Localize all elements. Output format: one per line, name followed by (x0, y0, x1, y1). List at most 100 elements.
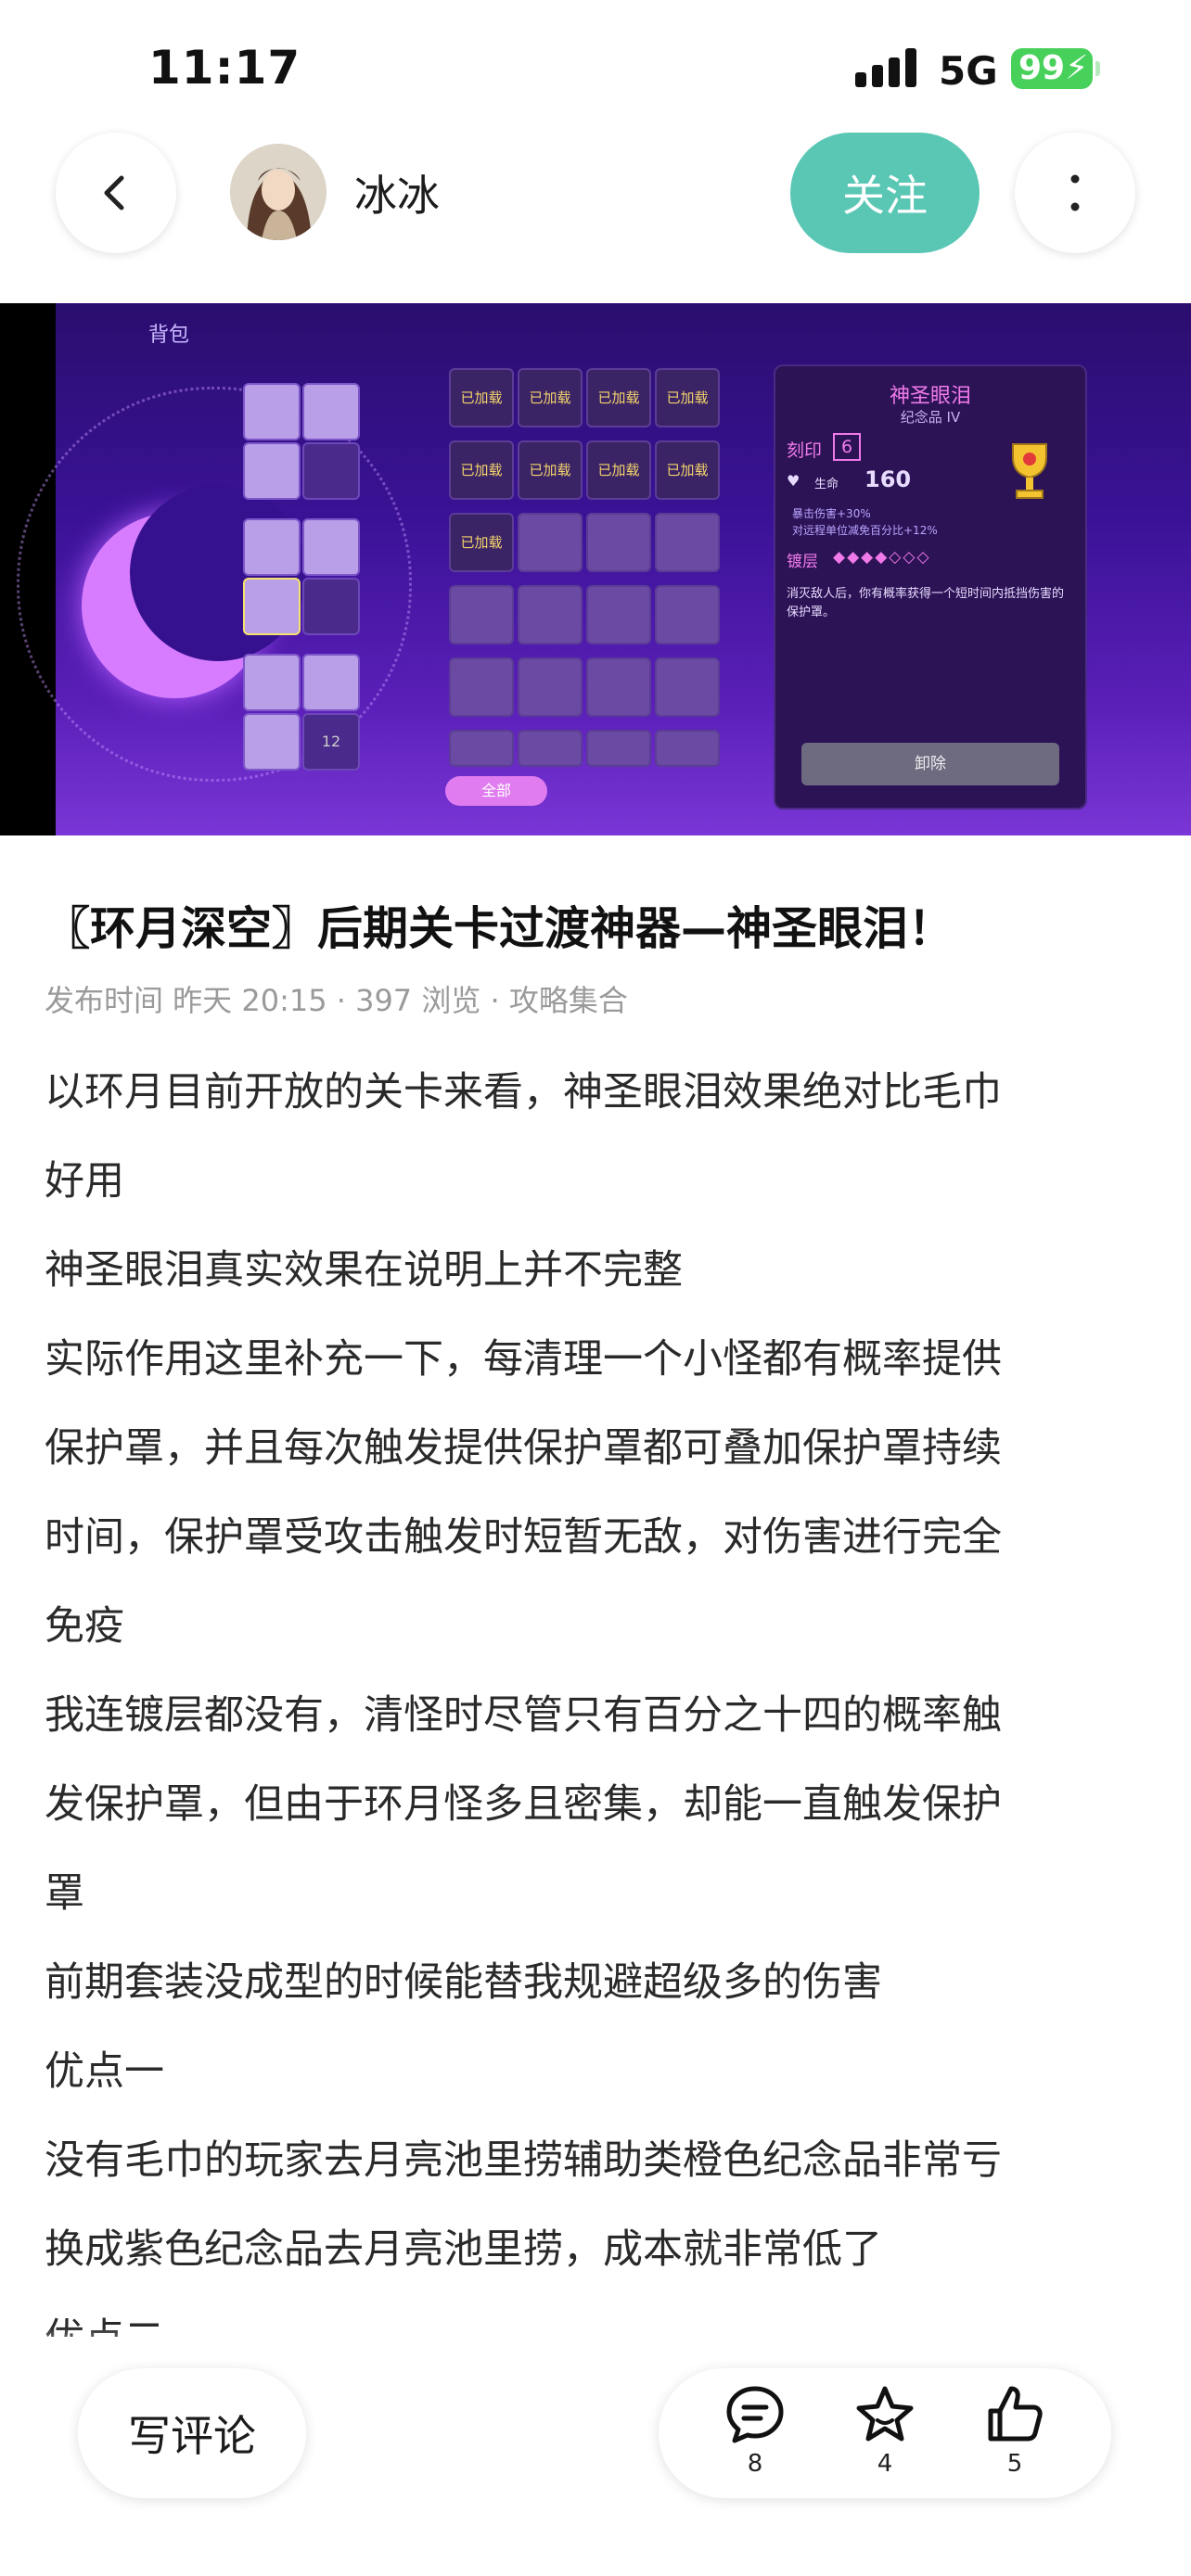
item-cell (449, 730, 514, 767)
item-cell (655, 730, 720, 767)
signal-icon (855, 48, 920, 87)
battery-icon: 99⚡ (1011, 48, 1100, 89)
item-description: 消灭敌人后，你有概率获得一个短时间内抵挡伤害的保护罩。 (787, 587, 1065, 619)
bag-label: 背包 (148, 324, 190, 347)
life-label: 生命 (814, 478, 839, 491)
comment-icon (726, 2386, 784, 2443)
all-filter-button: 全部 (445, 776, 547, 806)
favorite-button[interactable]: 4 (839, 2381, 931, 2478)
paragraph-line: 发保护罩，但由于环月怪多且密集，却能一直触发保护 (45, 1781, 1002, 1828)
article-body: 以环月目前开放的关卡来看，神圣眼泪效果绝对比毛巾 好用 神圣眼泪真实效果在说明上… (45, 1048, 1158, 2337)
item-cell (449, 657, 514, 717)
favorite-count: 4 (877, 2450, 893, 2478)
equip-slot (302, 654, 360, 711)
back-button[interactable] (56, 133, 176, 253)
paragraph-line: 时间，保护罩受攻击触发时短暂无敌，对伤害进行完全 (45, 1514, 1002, 1561)
article-header: 冰冰 关注 (0, 130, 1191, 301)
like-button[interactable]: 5 (968, 2381, 1061, 2478)
item-name: 神圣眼泪 (889, 385, 971, 408)
paragraph-line: 神圣眼泪真实效果在说明上并不完整 (45, 1247, 683, 1294)
equip-slot (302, 383, 360, 440)
thumbs-up-icon (988, 2386, 1043, 2442)
author-name[interactable]: 冰冰 (354, 162, 440, 223)
paragraph-line: 罩 (45, 1870, 84, 1917)
paragraph-line: 我连镀层都没有，清怪时尽管只有百分之十四的概率触 (45, 1692, 1002, 1739)
paragraph-line: 优点一 (45, 2048, 164, 2095)
more-vertical-icon (1070, 174, 1080, 211)
comments-button[interactable]: 8 (709, 2381, 801, 2478)
equip-slot (243, 442, 301, 500)
action-group: 8 4 5 (659, 2368, 1111, 2498)
write-comment-button[interactable]: 写评论 (78, 2368, 306, 2498)
equip-slot-count: 12 (302, 713, 360, 771)
equip-slot (302, 518, 360, 576)
paragraph-line: 免疫 (45, 1603, 124, 1650)
item-cell (586, 585, 651, 644)
paragraph-line: 以环月目前开放的关卡来看，神圣眼泪效果绝对比毛巾 (45, 1069, 1002, 1116)
chalice-icon (1012, 443, 1047, 499)
network-type: 5G (939, 48, 998, 94)
follow-button[interactable]: 关注 (790, 133, 980, 253)
paragraph-line: 换成紫色纪念品去月亮池里捞，成本就非常低了 (45, 2226, 882, 2273)
item-cell (655, 513, 720, 572)
item-cell (518, 730, 583, 767)
equip-slot-empty (302, 442, 360, 500)
article-title: 〖环月深空〗后期关卡过渡神器—神圣眼泪！ (45, 902, 954, 955)
item-cell: 已加载 (449, 440, 514, 500)
item-detail-panel: 神圣眼泪 纪念品 IV 刻印 6 ♥ 生命 160 暴击伤害+30% 对远程单位… (774, 364, 1087, 810)
imprint-value: 6 (833, 433, 861, 461)
paragraph-line: 前期套装没成型的时候能替我规避超级多的伤害 (45, 1959, 882, 2006)
item-cell (518, 585, 583, 644)
equip-slot (243, 713, 301, 771)
stat-ranged: 对远程单位减免百分比+12% (792, 524, 938, 537)
item-cell (655, 585, 720, 644)
item-cell (586, 730, 651, 767)
article-meta: 发布时间 昨天 20:15 · 397 浏览 · 攻略集合 (45, 983, 628, 1018)
item-cell (586, 657, 651, 717)
plating-label: 镀层 (787, 553, 818, 571)
plating-meter: ◆◆◆◆◇◇◇ (833, 548, 931, 567)
item-cell (586, 513, 651, 572)
status-bar: 11:17 5G 99⚡ (0, 0, 1191, 139)
status-time: 11:17 (148, 41, 301, 95)
life-value: 160 (864, 466, 912, 492)
item-cell (518, 513, 583, 572)
comment-count: 8 (747, 2450, 763, 2478)
avatar[interactable] (230, 144, 327, 240)
paragraph-line: 没有毛巾的玩家去月亮池里捞辅助类橙色纪念品非常亏 (45, 2137, 1002, 2184)
imprint-label: 刻印 (787, 440, 823, 461)
item-cell: 已加载 (586, 368, 651, 427)
slot-count: 12 (321, 733, 341, 750)
chevron-left-icon (104, 175, 124, 210)
item-cell: 已加载 (518, 440, 583, 500)
paragraph-line: 实际作用这里补充一下，每清理一个小怪都有概率提供 (45, 1336, 1002, 1383)
avatar-image (230, 144, 327, 240)
item-cell: 已加载 (655, 440, 720, 500)
item-cell (449, 585, 514, 644)
item-cell: 已加载 (449, 513, 514, 572)
paragraph-line: 好用 (45, 1158, 124, 1205)
heart-icon: ♥ (787, 472, 800, 490)
charging-bolt-icon: ⚡ (1065, 49, 1089, 87)
item-cell (655, 657, 720, 717)
item-cell: 已加载 (449, 368, 514, 427)
paragraph-line: 保护罩，并且每次触发提供保护罩都可叠加保护罩持续 (45, 1425, 1002, 1472)
star-icon (856, 2386, 914, 2442)
battery-level: 99 (1018, 49, 1066, 87)
bottom-action-bar: 写评论 8 4 5 (0, 2327, 1191, 2576)
unequip-button: 卸除 (801, 743, 1059, 785)
item-cell (518, 657, 583, 717)
more-button[interactable] (1015, 133, 1135, 253)
item-cell: 已加载 (518, 368, 583, 427)
equip-slot (243, 518, 301, 576)
equip-slot-selected (243, 578, 301, 635)
equip-slot (243, 383, 301, 440)
item-cell: 已加载 (655, 368, 720, 427)
equip-slot-empty (302, 578, 360, 635)
equip-slot (243, 654, 301, 711)
article-cover-image[interactable]: 背包 12 已加载 已加载 已加载 已加载 已加载 已加载 已加载 已加载 已加… (0, 303, 1191, 835)
item-category: 纪念品 IV (900, 409, 961, 426)
stat-crit: 暴击伤害+30% (792, 507, 871, 520)
like-count: 5 (1006, 2450, 1023, 2478)
item-cell: 已加载 (586, 440, 651, 500)
